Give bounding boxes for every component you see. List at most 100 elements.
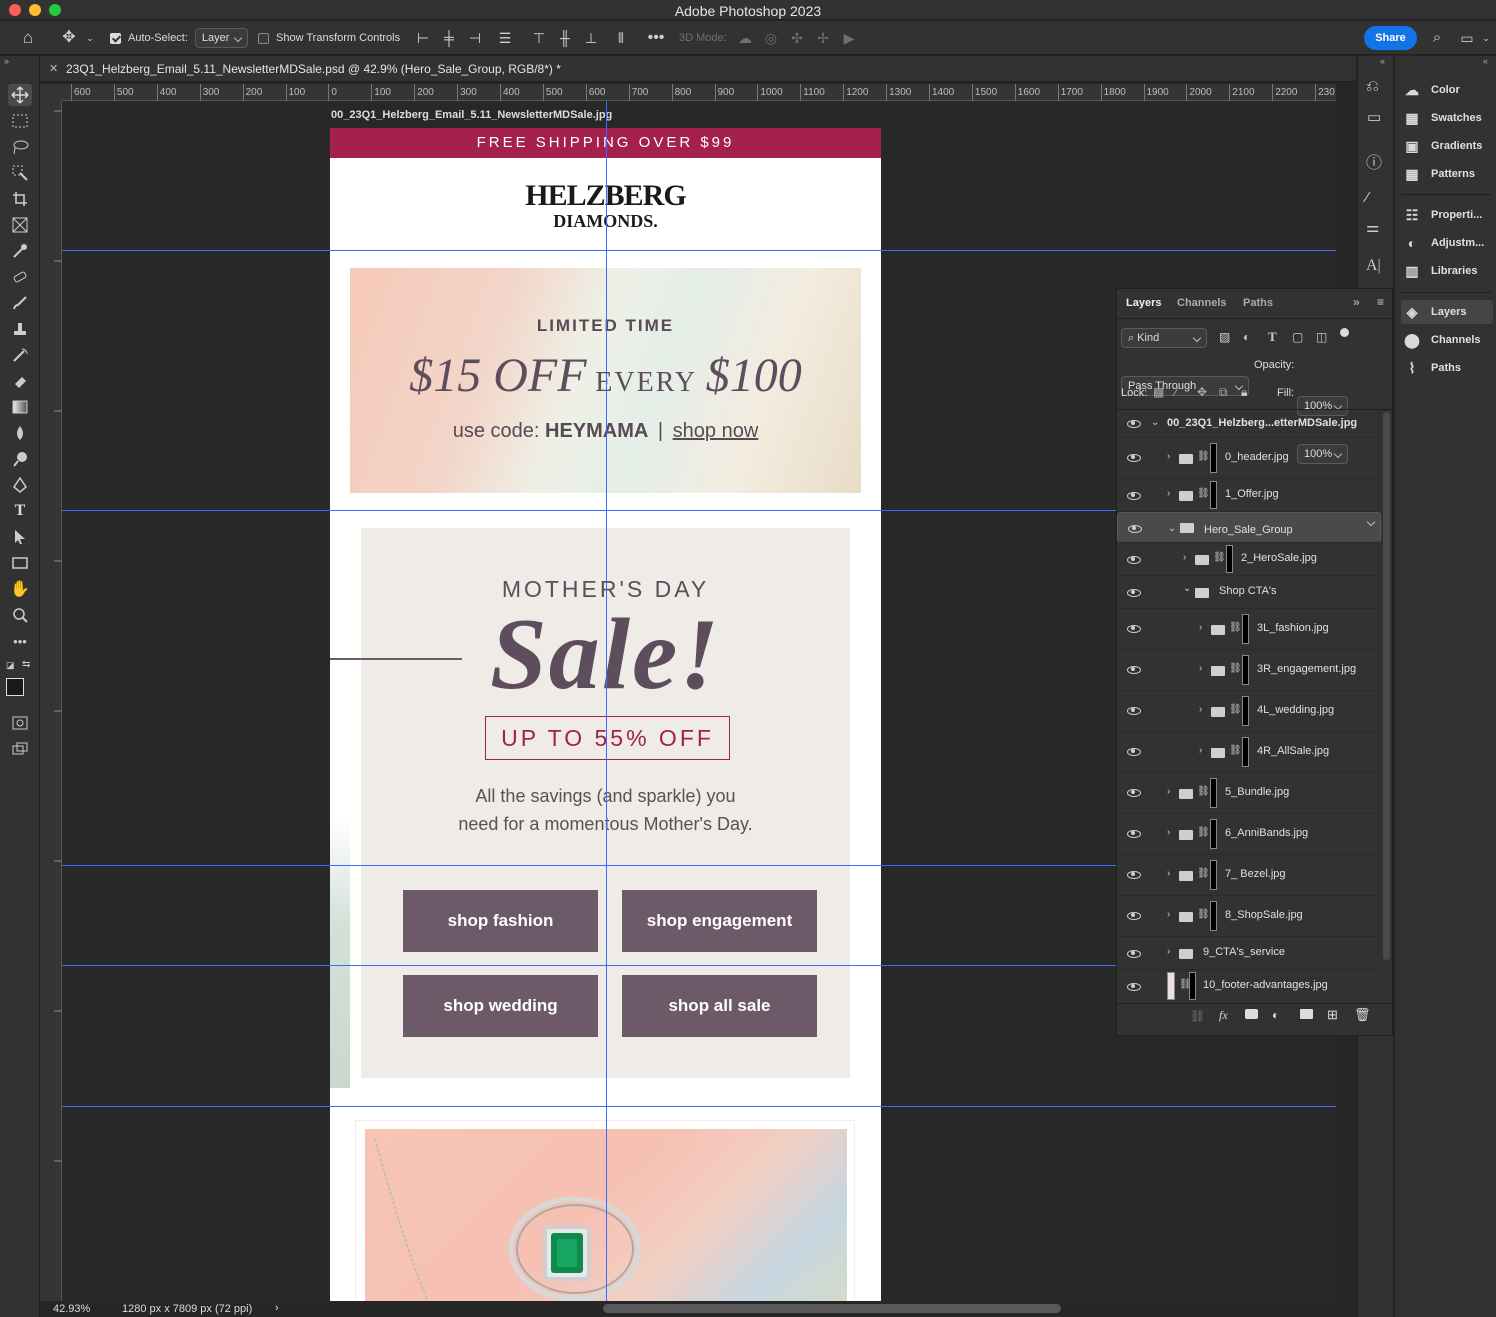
blur-tool-icon[interactable] xyxy=(8,422,32,444)
chevron-down-icon[interactable]: ⌄ xyxy=(1151,417,1159,428)
history-brush-tool-icon[interactable] xyxy=(8,344,32,366)
chevron-right-icon[interactable]: › xyxy=(1183,552,1186,563)
layer-row[interactable]: › ⛓ 5_Bundle.jpg xyxy=(1117,773,1381,814)
move-tool-icon[interactable]: ✥ xyxy=(58,21,80,55)
eye-icon[interactable] xyxy=(1127,492,1141,500)
guide-horizontal[interactable] xyxy=(62,965,1116,966)
eye-icon[interactable] xyxy=(1127,556,1141,564)
chevron-down-icon[interactable]: ⌄ xyxy=(1168,520,1176,538)
collapse-icon-column-icon[interactable]: « xyxy=(1380,56,1385,66)
filter-type-icon[interactable]: T xyxy=(1268,329,1277,345)
lock-position-icon[interactable]: ✥ xyxy=(1197,385,1207,399)
eyedropper-tool-icon[interactable] xyxy=(8,240,32,262)
workspace-icon[interactable]: ▭ xyxy=(1456,21,1478,55)
new-group-icon[interactable] xyxy=(1300,1009,1313,1019)
dock-patterns[interactable]: ▦ Patterns xyxy=(1401,162,1493,186)
layer-row[interactable]: › ⛓ 4L_wedding.jpg xyxy=(1117,691,1381,732)
chevron-right-icon[interactable]: › xyxy=(1167,868,1170,879)
quick-mask-icon[interactable] xyxy=(8,712,32,734)
layer-mask-thumbnail[interactable] xyxy=(1210,481,1217,509)
new-layer-icon[interactable]: ⊞ xyxy=(1327,1007,1338,1023)
eye-icon[interactable] xyxy=(1127,589,1141,597)
chevron-right-icon[interactable]: › xyxy=(1167,488,1170,499)
align-bottom-icon[interactable]: ⊥ xyxy=(581,21,601,55)
shop-all-sale-button[interactable]: shop all sale xyxy=(622,975,817,1037)
eye-icon[interactable] xyxy=(1127,912,1141,920)
eye-icon[interactable] xyxy=(1127,789,1141,797)
eraser-tool-icon[interactable] xyxy=(8,370,32,392)
default-colors-icon[interactable]: ◪ xyxy=(6,660,15,671)
layer-row[interactable]: ⛓ 10_footer-advantages.jpg xyxy=(1117,970,1381,1001)
shop-wedding-button[interactable]: shop wedding xyxy=(403,975,598,1037)
layer-row[interactable]: › ⛓ 4R_AllSale.jpg xyxy=(1117,732,1381,773)
frame-tool-icon[interactable] xyxy=(8,214,32,236)
layer-mask-thumbnail[interactable] xyxy=(1242,614,1249,644)
dock-paths[interactable]: ⌇ Paths xyxy=(1401,356,1493,380)
scrollbar-thumb[interactable] xyxy=(603,1304,1061,1313)
panel-menu-icon[interactable]: ≡ xyxy=(1377,295,1384,309)
lasso-tool-icon[interactable] xyxy=(8,136,32,158)
new-adjustment-icon[interactable]: ◐ xyxy=(1272,1008,1279,1022)
layer-mask-thumbnail[interactable] xyxy=(1242,655,1249,685)
layers-scrollbar[interactable] xyxy=(1383,412,1390,960)
filter-toggle-icon[interactable] xyxy=(1340,328,1349,337)
dock-gradients[interactable]: ▣ Gradients xyxy=(1401,134,1493,158)
pen-tool-icon[interactable] xyxy=(8,474,32,496)
guide-horizontal[interactable] xyxy=(62,1106,1336,1107)
eye-icon[interactable] xyxy=(1128,525,1142,533)
layer-mask-thumbnail[interactable] xyxy=(1210,778,1217,808)
layer-mask-thumbnail[interactable] xyxy=(1210,901,1217,931)
layer-row[interactable]: › ⛓ 2_HeroSale.jpg xyxy=(1117,543,1381,576)
object-select-tool-icon[interactable] xyxy=(8,162,32,184)
dock-properties[interactable]: ☷ Properti... xyxy=(1401,203,1493,227)
ruler-origin[interactable] xyxy=(40,84,62,101)
zoom-tool-icon[interactable] xyxy=(8,604,32,626)
zoom-level[interactable]: 42.93% xyxy=(53,1303,90,1315)
filter-adjustment-icon[interactable]: ◐ xyxy=(1243,330,1250,344)
gradient-tool-icon[interactable] xyxy=(8,396,32,418)
align-center-icon[interactable]: ╪ xyxy=(439,21,459,55)
horizontal-ruler[interactable]: 600 500 400 300 200 100 0 100 200 300 400 500 600 700… xyxy=(62,84,1336,101)
add-mask-icon[interactable] xyxy=(1245,1009,1258,1019)
eye-icon[interactable] xyxy=(1127,950,1141,958)
link-layers-icon[interactable]: ⛓ xyxy=(1190,1009,1205,1023)
chevron-right-icon[interactable]: › xyxy=(1167,451,1170,462)
tab-channels[interactable]: Channels xyxy=(1177,297,1227,309)
status-menu-chevron-icon[interactable]: › xyxy=(275,1302,279,1314)
brush-settings-panel-icon[interactable]: ⚌ xyxy=(1366,218,1379,236)
chevron-right-icon[interactable]: › xyxy=(1199,622,1202,633)
path-selection-tool-icon[interactable] xyxy=(8,526,32,548)
align-right-icon[interactable]: ⊣ xyxy=(465,21,485,55)
chevron-down-icon[interactable]: ⌄ xyxy=(1183,583,1191,594)
lock-pixels-icon[interactable]: ⁄ xyxy=(1175,385,1177,399)
eye-icon[interactable] xyxy=(1127,748,1141,756)
layer-row[interactable]: › ⛓ 3L_fashion.jpg xyxy=(1117,609,1381,650)
layer-row[interactable]: › ⛓ 6_AnniBands.jpg xyxy=(1117,814,1381,855)
history-panel-icon[interactable]: ⎌ xyxy=(1366,78,1379,96)
rectangle-tool-icon[interactable] xyxy=(8,552,32,574)
layer-row[interactable]: › ⛓ 3R_engagement.jpg xyxy=(1117,650,1381,691)
layer-row[interactable]: ⌄ Shop CTA's xyxy=(1117,576,1381,609)
align-middle-icon[interactable]: ╫ xyxy=(555,21,575,55)
chevron-right-icon[interactable]: › xyxy=(1167,909,1170,920)
layer-row[interactable]: › ⛓ 0_header.jpg xyxy=(1117,438,1381,479)
dock-libraries[interactable]: ▥ Libraries xyxy=(1401,259,1493,283)
dock-color[interactable]: ☁ Color xyxy=(1401,78,1493,102)
eye-icon[interactable] xyxy=(1127,625,1141,633)
align-top-icon[interactable]: ⊤ xyxy=(529,21,549,55)
character-panel-icon[interactable]: A| xyxy=(1366,257,1381,275)
layer-mask-thumbnail[interactable] xyxy=(1210,819,1217,849)
guide-horizontal[interactable] xyxy=(62,250,1336,251)
more-options-icon[interactable]: ••• xyxy=(645,21,667,55)
chevron-right-icon[interactable]: › xyxy=(1199,663,1202,674)
swap-colors-icon[interactable]: ⇆ xyxy=(22,659,30,670)
collapse-dock-icon[interactable]: « xyxy=(1483,56,1488,66)
lock-artboard-icon[interactable]: ⧉ xyxy=(1219,385,1228,400)
edit-toolbar-icon[interactable]: ••• xyxy=(8,630,32,652)
eye-icon[interactable] xyxy=(1127,871,1141,879)
chevron-right-icon[interactable]: › xyxy=(1199,704,1202,715)
guide-horizontal[interactable] xyxy=(62,865,1116,866)
lock-transparent-icon[interactable]: ▩ xyxy=(1153,385,1164,399)
layer-row[interactable]: › ⛓ 7_ Bezel.jpg xyxy=(1117,855,1381,896)
layer-row[interactable]: › ⛓ 1_Offer.jpg xyxy=(1117,479,1381,512)
